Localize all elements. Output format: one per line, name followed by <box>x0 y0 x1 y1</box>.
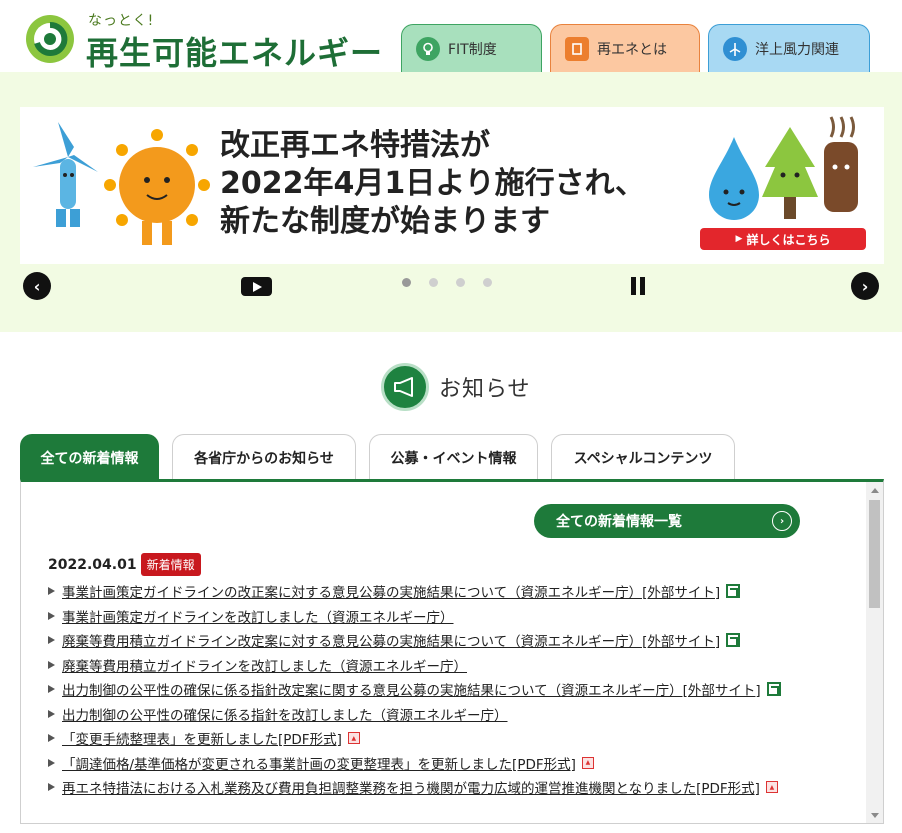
pdf-icon: ▲ <box>347 732 360 745</box>
pdf-icon: ▲ <box>581 756 594 769</box>
banner-line: 2022年4月1日より施行され、 <box>220 166 645 201</box>
sun-character-illustration <box>104 129 210 245</box>
news-link[interactable]: 出力制御の公平性の確保に係る指針を改訂しました（資源エネルギー庁） <box>62 704 508 724</box>
megaphone-icon <box>381 363 429 411</box>
all-news-list-button[interactable]: 全ての新着情報一覧 › <box>534 504 800 538</box>
carousel-pause-button[interactable] <box>631 277 647 295</box>
carousel-dot[interactable] <box>402 278 411 287</box>
news-link[interactable]: 事業計画策定ガイドラインを改訂しました（資源エネルギー庁） <box>62 606 454 626</box>
list-item: 「変更手続整理表」を更新しました[PDF形式] ▲ <box>48 726 848 751</box>
list-item: 出力制御の公平性の確保に係る指針改定案に関する意見公募の実施結果について（資源エ… <box>48 677 848 702</box>
tab-all-news[interactable]: 全ての新着情報 <box>20 434 159 480</box>
carousel-play-button[interactable] <box>241 277 272 296</box>
banner-line: 新たな制度が始まります <box>220 204 550 239</box>
news-panel: 全ての新着情報一覧 › 2022.04.01 新着情報 事業計画策定ガイドライン… <box>20 479 884 824</box>
carousel-indicators <box>402 278 492 287</box>
news-link[interactable]: 「調達価格/基準価格が変更される事業計画の変更整理表」を更新しました[PDF形式… <box>62 753 576 773</box>
pdf-icon: ▲ <box>765 781 778 794</box>
carousel-dot[interactable] <box>456 278 465 287</box>
logo-icon[interactable] <box>24 13 76 65</box>
news-link[interactable]: 出力制御の公平性の確保に係る指針改定案に関する意見公募の実施結果について（資源エ… <box>62 679 761 699</box>
nav-tab-label: 再エネとは <box>597 41 667 58</box>
list-item: 再エネ特措法における入札業務及び費用負担調整業務を担う機関が電力広域的運営推進機… <box>48 775 848 800</box>
news-heading: お知らせ <box>381 363 531 411</box>
external-link-icon <box>766 682 781 697</box>
all-news-list-label: 全ての新着情報一覧 <box>556 514 682 530</box>
scroll-thumb[interactable] <box>869 500 880 608</box>
list-item: 出力制御の公平性の確保に係る指針を改訂しました（資源エネルギー庁） <box>48 702 848 727</box>
tab-special-contents[interactable]: スペシャルコンテンツ <box>551 434 735 480</box>
wind-turbine-character-illustration <box>33 122 98 227</box>
news-date: 2022.04.01 <box>48 556 137 573</box>
tab-ministry-news[interactable]: 各省庁からのお知らせ <box>172 434 356 480</box>
news-link[interactable]: 廃棄等費用積立ガイドライン改定案に対する意見公募の実施結果について（資源エネルギ… <box>62 630 720 650</box>
nav-tab-label: 洋上風力関連 <box>755 41 839 58</box>
banner-line: 改正再エネ特措法が <box>220 128 490 163</box>
carousel-dot[interactable] <box>483 278 492 287</box>
list-item: 「調達価格/基準価格が変更される事業計画の変更整理表」を更新しました[PDF形式… <box>48 751 848 776</box>
list-item: 事業計画策定ガイドラインを改訂しました（資源エネルギー庁） <box>48 604 848 629</box>
logo-tagline: なっとく! <box>88 13 155 29</box>
news-link[interactable]: 再エネ特措法における入札業務及び費用負担調整業務を担う機関が電力広域的運営推進機… <box>62 777 760 797</box>
news-date-row: 2022.04.01 新着情報 <box>48 553 201 576</box>
site-header: なっとく! 再生可能エネルギー FIT制度 再エネとは 洋上風力関連 <box>0 0 902 72</box>
external-link-icon <box>726 584 741 599</box>
carousel-prev-button[interactable]: ‹ <box>23 272 51 300</box>
carousel-dot[interactable] <box>429 278 438 287</box>
banner-details-button[interactable]: 詳しくはこちら <box>700 228 866 250</box>
water-drop-character-illustration <box>709 137 759 220</box>
scroll-up-arrow-icon[interactable] <box>871 488 879 493</box>
scroll-down-arrow-icon[interactable] <box>871 813 879 818</box>
news-list: 事業計画策定ガイドラインの改正案に対する意見公募の実施結果について（資源エネルギ… <box>48 579 848 800</box>
lightbulb-icon <box>416 36 440 61</box>
wind-turbine-icon <box>723 36 747 61</box>
nav-tab-fit[interactable]: FIT制度 <box>401 24 542 72</box>
banner-headline: 改正再エネ特措法が 2022年4月1日より施行され、 新たな制度が始まります <box>220 127 645 241</box>
news-scrollbar[interactable] <box>866 482 883 823</box>
external-link-icon <box>726 633 741 648</box>
news-link[interactable]: 事業計画策定ガイドラインの改正案に対する意見公募の実施結果について（資源エネルギ… <box>62 581 720 601</box>
carousel-next-button[interactable]: › <box>851 272 879 300</box>
hero-carousel: 改正再エネ特措法が 2022年4月1日より施行され、 新たな制度が始まります 詳… <box>0 72 902 332</box>
new-info-badge: 新着情報 <box>140 553 201 576</box>
biomass-character-illustration <box>824 116 858 212</box>
list-item: 廃棄等費用積立ガイドライン改定案に対する意見公募の実施結果について（資源エネルギ… <box>48 628 848 653</box>
logo-title[interactable]: 再生可能エネルギー <box>86 28 383 74</box>
nav-tab-label: FIT制度 <box>448 41 497 58</box>
news-link[interactable]: 「変更手続整理表」を更新しました[PDF形式] <box>62 728 342 748</box>
list-item: 廃棄等費用積立ガイドラインを改訂しました（資源エネルギー庁） <box>48 653 848 678</box>
hero-banner[interactable]: 改正再エネ特措法が 2022年4月1日より施行され、 新たな制度が始まります 詳… <box>20 107 884 264</box>
list-item: 事業計画策定ガイドラインの改正案に対する意見公募の実施結果について（資源エネルギ… <box>48 579 848 604</box>
news-title: お知らせ <box>439 377 531 402</box>
nav-tab-renewable[interactable]: 再エネとは <box>550 24 700 72</box>
tree-character-illustration <box>762 127 818 219</box>
tab-public-events[interactable]: 公募・イベント情報 <box>369 434 538 480</box>
news-link[interactable]: 廃棄等費用積立ガイドラインを改訂しました（資源エネルギー庁） <box>62 655 467 675</box>
document-icon <box>565 36 589 61</box>
nav-tab-offshore-wind[interactable]: 洋上風力関連 <box>708 24 870 72</box>
arrow-right-circle-icon: › <box>772 511 792 531</box>
